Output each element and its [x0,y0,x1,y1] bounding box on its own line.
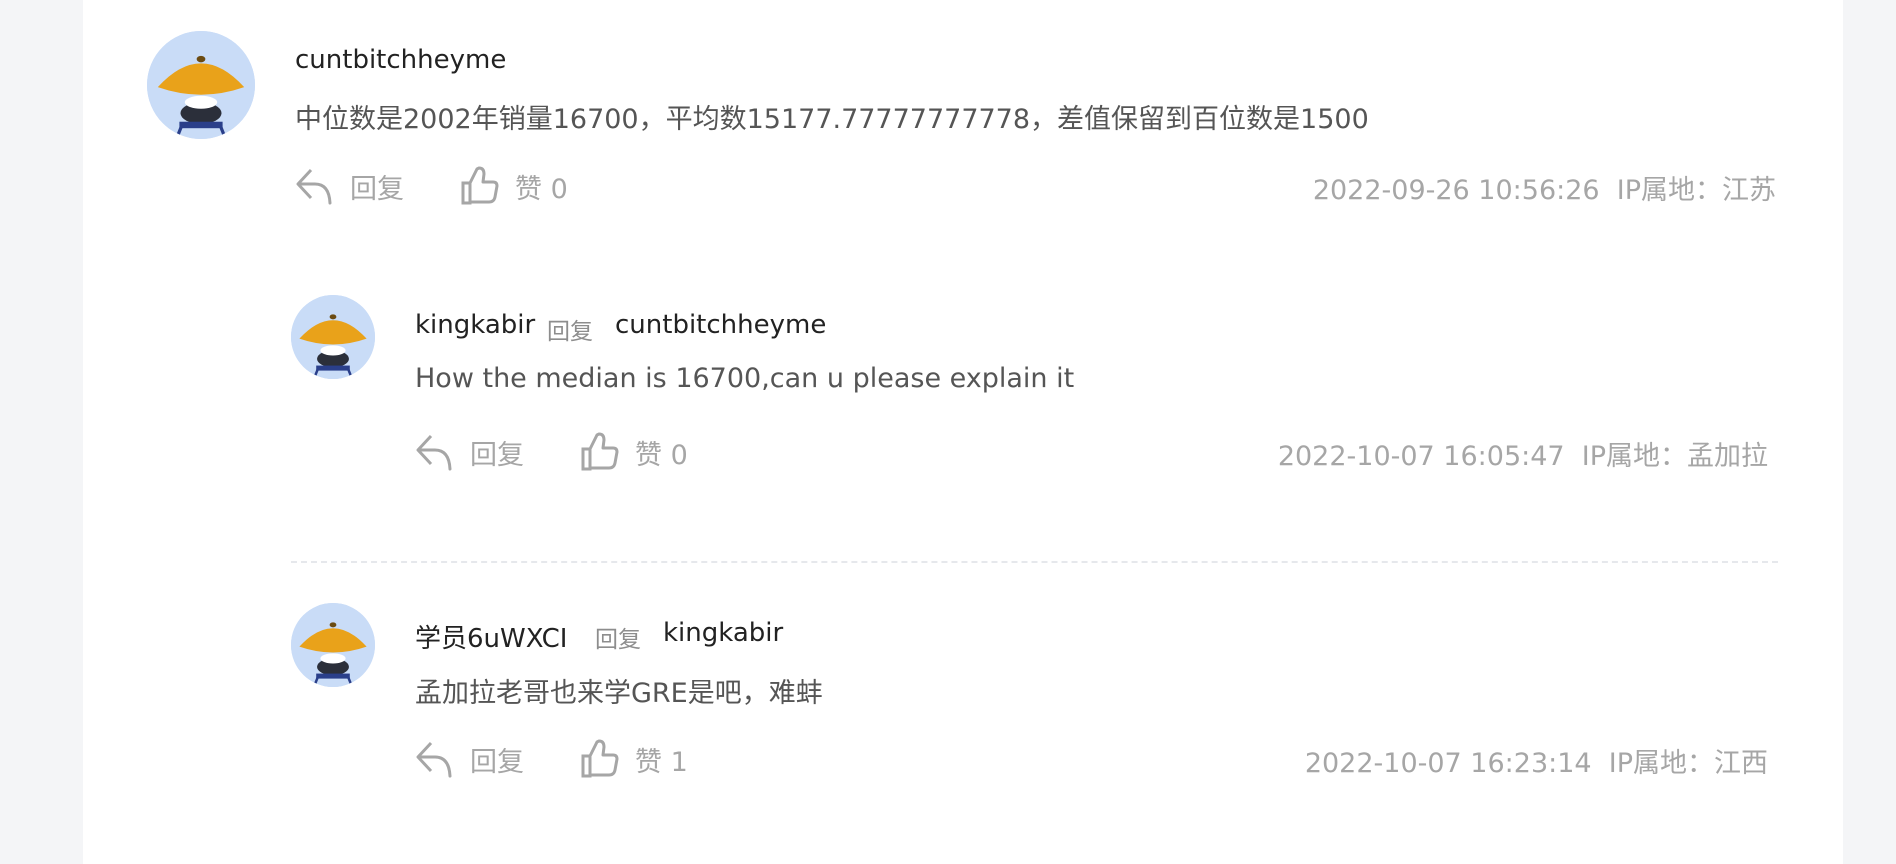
avatar[interactable] [291,295,375,379]
timestamp: 2022-09-26 10:56:26 [1312,175,1600,206]
reply-target-user[interactable]: cuntbitchheyme [615,310,826,340]
reply-label: 回复 [470,439,524,471]
reply-arrow-icon [416,434,452,471]
ip-location: IP属地：江西 [1608,748,1768,779]
comment-text: 孟加拉老哥也来学GRE是吧，难蚌 [415,678,823,709]
ip-location: IP属地：江苏 [1616,175,1776,206]
reply-arrow-icon [416,741,452,778]
like-button[interactable]: 赞 0 [581,432,688,472]
comment-meta: 2022-10-07 16:23:14 IP属地：江西 [1305,741,1768,780]
reply-divider [291,561,1778,563]
like-count: 赞 1 [635,746,688,778]
reply-button[interactable]: 回复 [415,432,524,472]
thumbs-up-icon [581,432,619,471]
reply-label: 回复 [470,746,524,778]
like-button[interactable]: 赞 0 [461,166,568,206]
comment-author[interactable]: cuntbitchheyme [295,45,506,75]
reply-label: 回复 [350,173,404,205]
straw-hat-avatar-icon [291,603,375,687]
like-count: 赞 0 [635,439,688,471]
reply-to-label: 回复 [595,627,641,653]
reply-author[interactable]: kingkabir [415,310,535,340]
reply-button[interactable]: 回复 [415,739,524,779]
comment-text: 中位数是2002年销量16700，平均数15177.77777777778，差值… [295,104,1369,135]
straw-hat-avatar-icon [291,295,375,379]
like-button[interactable]: 赞 1 [581,739,688,779]
straw-hat-avatar-icon [147,31,255,139]
reply-target-user[interactable]: kingkabir [663,618,783,648]
avatar[interactable] [147,31,255,139]
reply-arrow-icon [296,168,332,205]
thumbs-up-icon [461,166,499,205]
reply-author[interactable]: 学员6uWXCI [415,618,567,655]
timestamp: 2022-10-07 16:05:47 [1277,441,1565,472]
avatar[interactable] [291,603,375,687]
comment-meta: 2022-09-26 10:56:26 IP属地：江苏 [1313,168,1776,207]
thumbs-up-icon [581,739,619,778]
timestamp: 2022-10-07 16:23:14 [1304,748,1592,779]
reply-to-label: 回复 [547,319,593,345]
comment-text: How the median is 16700,can u please exp… [415,363,1075,394]
reply-button[interactable]: 回复 [295,166,404,206]
like-count: 赞 0 [515,173,568,205]
ip-location: IP属地：孟加拉 [1581,441,1768,472]
comment-meta: 2022-10-07 16:05:47 IP属地：孟加拉 [1278,434,1768,473]
